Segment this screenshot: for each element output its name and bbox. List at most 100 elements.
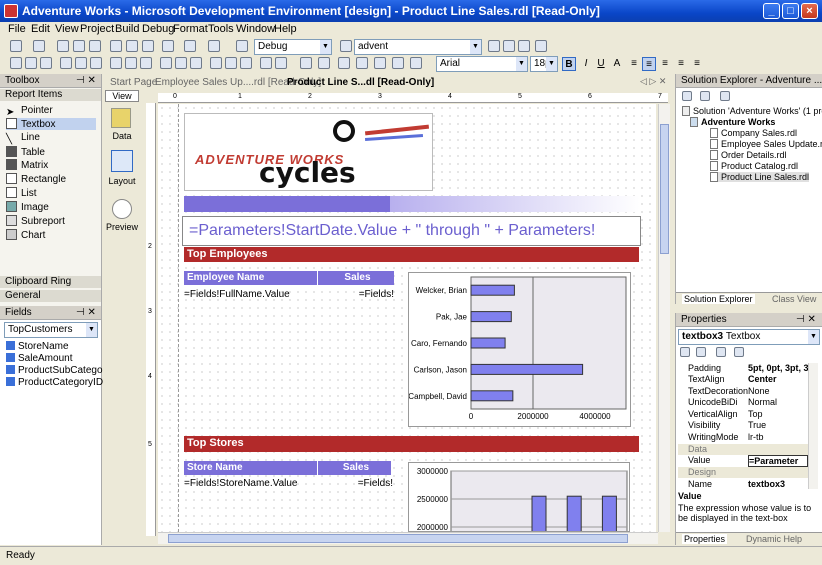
cut-icon[interactable]: [110, 40, 122, 52]
store-sales-header[interactable]: Sales: [318, 461, 391, 475]
tab-product-line-sales[interactable]: Product Line S...dl [Read-Only]: [287, 77, 434, 89]
horizontal-spacing-icon[interactable]: [160, 57, 172, 69]
prop-category-design[interactable]: Design: [678, 467, 808, 478]
tab-start-page[interactable]: Start Page: [110, 77, 157, 89]
date-range-textbox[interactable]: =Parameters!StartDate.Value + " through …: [182, 216, 641, 246]
document-hscrollbar[interactable]: [158, 532, 658, 544]
align-centers-icon[interactable]: [25, 57, 37, 69]
align-left-icon[interactable]: ≡: [627, 57, 641, 71]
italic-button[interactable]: I: [579, 57, 593, 71]
justify-icon[interactable]: ≡: [674, 57, 688, 71]
center-vertically-icon[interactable]: [275, 57, 287, 69]
increase-spacing-icon[interactable]: [175, 57, 187, 69]
center-horizontally-icon[interactable]: [260, 57, 272, 69]
underline-button[interactable]: U: [594, 57, 608, 71]
close-button[interactable]: ×: [801, 3, 818, 19]
tool-pointer[interactable]: ➤ Pointer: [6, 105, 53, 118]
open-icon[interactable]: [57, 40, 69, 52]
employee-sales-cell[interactable]: =Fields!: [318, 289, 394, 300]
add-item-icon[interactable]: [33, 40, 45, 52]
align-tops-icon[interactable]: [60, 57, 72, 69]
save-all-icon[interactable]: [89, 40, 101, 52]
tab-class-view[interactable]: Class View: [772, 294, 816, 304]
prop-row-textdecoration[interactable]: TextDecoration None: [678, 386, 808, 397]
minimize-button[interactable]: _: [763, 3, 780, 19]
se-file-company-sales[interactable]: Company Sales.rdl: [710, 128, 797, 138]
events-icon[interactable]: [734, 347, 744, 357]
store-name-header[interactable]: Store Name: [184, 461, 317, 475]
prop-row-visibility[interactable]: Visibility True: [678, 420, 808, 431]
field-storename[interactable]: StoreName: [6, 341, 69, 352]
prop-row-value[interactable]: Value =Parameter: [678, 455, 808, 467]
start-icon[interactable]: [236, 40, 248, 52]
menu-window[interactable]: Window: [236, 23, 275, 35]
employee-sales-chart[interactable]: Welcker, Brian Pak, Jae Caro, Fernando Carl…: [408, 272, 631, 427]
align-right-icon[interactable]: ≡: [658, 57, 672, 71]
tool-subreport[interactable]: Subreport: [6, 215, 65, 227]
hscroll-thumb[interactable]: [168, 534, 628, 543]
align-center-icon[interactable]: ≡: [642, 57, 656, 71]
top-employees-header[interactable]: Top Employees: [184, 247, 639, 262]
employee-name-cell[interactable]: =Fields!FullName.Value: [184, 289, 317, 300]
menu-project[interactable]: Project: [80, 23, 114, 35]
store-sales-chart[interactable]: 3000000250000020000001500000: [408, 462, 630, 532]
font-size-select[interactable]: 18pt ▼: [530, 56, 558, 72]
prop-row-textalign[interactable]: TextAlign Center: [678, 374, 808, 385]
menu-edit[interactable]: Edit: [31, 23, 50, 35]
se-file-employee-sales[interactable]: Employee Sales Update.rdl: [710, 139, 822, 149]
object-select[interactable]: textbox3 Textbox ▼: [678, 329, 820, 345]
se-properties-icon[interactable]: [682, 91, 692, 101]
align-bottoms-icon[interactable]: [90, 57, 102, 69]
decrease-spacing-icon[interactable]: [190, 57, 202, 69]
categorized-icon[interactable]: [680, 347, 690, 357]
redo-icon[interactable]: [184, 40, 196, 52]
prop-row-writingmode[interactable]: WritingMode lr-tb: [678, 432, 808, 443]
employee-sales-header[interactable]: Sales: [318, 271, 394, 285]
se-refresh-icon[interactable]: [720, 91, 730, 101]
prop-row-unicodebidi[interactable]: UnicodeBiDi Normal: [678, 397, 808, 408]
se-file-product-line-sales[interactable]: Product Line Sales.rdl: [710, 172, 810, 182]
prop-row-verticalalign[interactable]: VerticalAlign Top: [678, 409, 808, 420]
new-project-icon[interactable]: [10, 40, 22, 52]
paste-icon[interactable]: [142, 40, 154, 52]
align-lefts-icon[interactable]: [10, 57, 22, 69]
make-same-size-icon[interactable]: [140, 57, 152, 69]
menu-debug[interactable]: Debug: [142, 23, 174, 35]
grid-icon[interactable]: [338, 57, 350, 69]
tool-rectangle[interactable]: Rectangle: [6, 173, 66, 185]
tool-chart[interactable]: Chart: [6, 229, 45, 241]
layout-view-icon[interactable]: [111, 150, 133, 172]
field-productcategoryid[interactable]: ProductCategoryID: [6, 377, 103, 388]
prop-category-data[interactable]: Data: [678, 444, 808, 455]
se-file-order-details[interactable]: Order Details.rdl: [710, 150, 787, 160]
tool-line[interactable]: ╲ Line: [6, 132, 40, 145]
border-icon[interactable]: [410, 57, 422, 69]
vspace-increase-icon[interactable]: [225, 57, 237, 69]
prop-pages-icon[interactable]: [716, 347, 726, 357]
tab-solution-explorer[interactable]: Solution Explorer: [682, 294, 755, 304]
tool-image[interactable]: Image: [6, 201, 49, 213]
store-name-cell[interactable]: =Fields!StoreName.Value: [184, 478, 317, 489]
store-sales-cell[interactable]: =Fields!: [318, 478, 393, 489]
undo-icon[interactable]: [162, 40, 174, 52]
menu-build[interactable]: Build: [115, 23, 139, 35]
copy-icon[interactable]: [126, 40, 138, 52]
field-saleamount[interactable]: SaleAmount: [6, 353, 72, 364]
prop-row-name[interactable]: Name textbox3: [678, 479, 808, 490]
make-same-height-icon[interactable]: [125, 57, 137, 69]
find-icon[interactable]: [340, 40, 352, 52]
document-vscrollbar[interactable]: [658, 104, 670, 532]
snap-icon[interactable]: [356, 57, 368, 69]
data-view-label[interactable]: Data: [103, 131, 141, 141]
properties-icon[interactable]: [518, 40, 530, 52]
align-rights-icon[interactable]: [40, 57, 52, 69]
tool-matrix[interactable]: Matrix: [6, 159, 48, 171]
send-to-back-icon[interactable]: [318, 57, 330, 69]
maximize-button[interactable]: □: [782, 3, 799, 19]
preview-view-icon[interactable]: [112, 199, 132, 219]
se-solution-node[interactable]: Solution 'Adventure Works' (1 project: [682, 106, 822, 116]
tab-order-icon[interactable]: [392, 57, 404, 69]
preview-view-label[interactable]: Preview: [103, 222, 141, 232]
menu-format[interactable]: Format: [173, 23, 208, 35]
vertical-spacing-icon[interactable]: [210, 57, 222, 69]
